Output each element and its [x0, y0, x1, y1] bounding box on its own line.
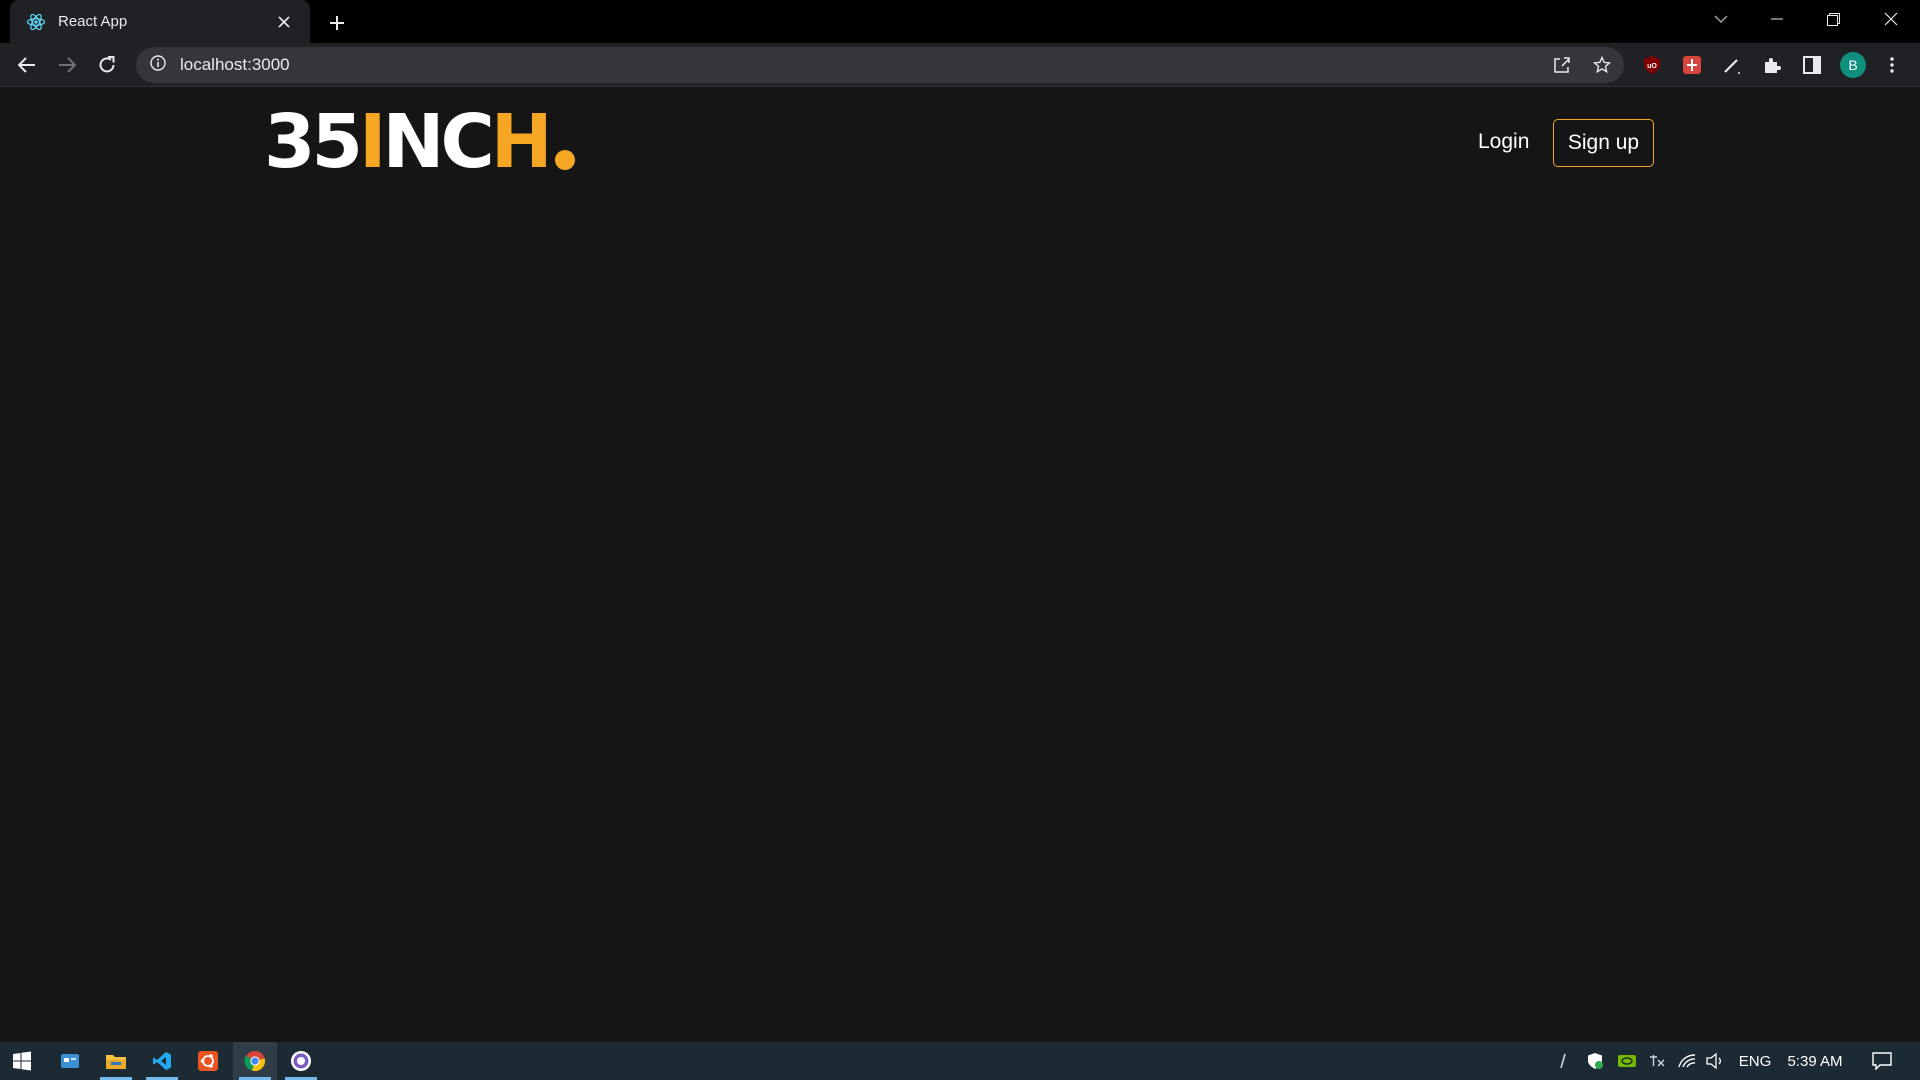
- minimize-icon[interactable]: [1748, 0, 1805, 38]
- restore-icon[interactable]: [1805, 0, 1862, 38]
- profile-avatar[interactable]: B: [1840, 52, 1866, 78]
- pen-icon[interactable]: [1716, 49, 1748, 81]
- windows-start-icon[interactable]: [0, 1042, 44, 1080]
- chrome-icon[interactable]: [233, 1042, 277, 1080]
- browser-tab-strip: React App: [0, 0, 1920, 43]
- svg-text:uO: uO: [1647, 63, 1657, 70]
- forward-arrow-icon[interactable]: [51, 49, 83, 81]
- reload-icon[interactable]: [91, 49, 123, 81]
- back-arrow-icon[interactable]: [11, 49, 43, 81]
- tab-title: React App: [58, 13, 128, 30]
- url-text: localhost:3000: [180, 55, 290, 74]
- notifications-icon[interactable]: [1864, 1042, 1900, 1080]
- new-tab-button[interactable]: [322, 8, 352, 38]
- github-desktop-icon[interactable]: [279, 1042, 323, 1080]
- ublock-origin-icon[interactable]: uO: [1636, 49, 1668, 81]
- logo-letter-c: C: [440, 99, 494, 185]
- tab-search-icon[interactable]: [1692, 0, 1749, 38]
- wifi-icon[interactable]: [1674, 1042, 1700, 1080]
- widgets-icon[interactable]: [48, 1042, 92, 1080]
- logo-letter-i: I: [358, 99, 386, 185]
- logo-digits: 35: [264, 99, 363, 185]
- ubuntu-icon[interactable]: [186, 1042, 230, 1080]
- site-logo[interactable]: 35 I N C H: [264, 99, 575, 185]
- logo-letter-h: H: [490, 99, 553, 185]
- close-tab-icon[interactable]: [272, 10, 296, 34]
- volume-icon[interactable]: [1702, 1042, 1728, 1080]
- bookmark-star-icon[interactable]: [1586, 49, 1618, 81]
- security-shield-icon[interactable]: [1582, 1042, 1608, 1080]
- nvidia-icon[interactable]: [1614, 1042, 1640, 1080]
- extension-gift-icon[interactable]: [1676, 49, 1708, 81]
- address-bar[interactable]: localhost:3000: [136, 47, 1624, 83]
- more-menu-icon[interactable]: [1876, 49, 1908, 81]
- clock-time: 5:39 AM: [1787, 1052, 1843, 1070]
- signup-button[interactable]: Sign up: [1553, 119, 1654, 167]
- close-window-icon[interactable]: [1862, 0, 1919, 38]
- windows-taskbar: ENG 5:39 AM: [0, 1042, 1920, 1080]
- language-text: ENG: [1738, 1052, 1772, 1070]
- browser-toolbar: localhost:3000 uO: [0, 43, 1920, 87]
- logo-dot: [554, 150, 575, 170]
- side-panel-icon[interactable]: [1796, 49, 1828, 81]
- file-explorer-icon[interactable]: [94, 1042, 138, 1080]
- pen-tray-icon[interactable]: [1552, 1042, 1574, 1080]
- language-indicator[interactable]: ENG: [1733, 1042, 1777, 1080]
- page-content: 35 I N C H Login Sign up: [0, 88, 1920, 1042]
- logo-letter-n: N: [382, 99, 445, 185]
- site-info-icon[interactable]: [150, 54, 166, 76]
- browser-tab[interactable]: React App: [10, 0, 310, 43]
- input-method-icon[interactable]: [1644, 1042, 1670, 1080]
- clock[interactable]: 5:39 AM: [1780, 1042, 1850, 1080]
- vscode-icon[interactable]: [140, 1042, 184, 1080]
- react-icon: [26, 12, 46, 32]
- login-link[interactable]: Login: [1478, 130, 1529, 154]
- extensions-puzzle-icon[interactable]: [1756, 49, 1788, 81]
- share-icon[interactable]: [1546, 49, 1578, 81]
